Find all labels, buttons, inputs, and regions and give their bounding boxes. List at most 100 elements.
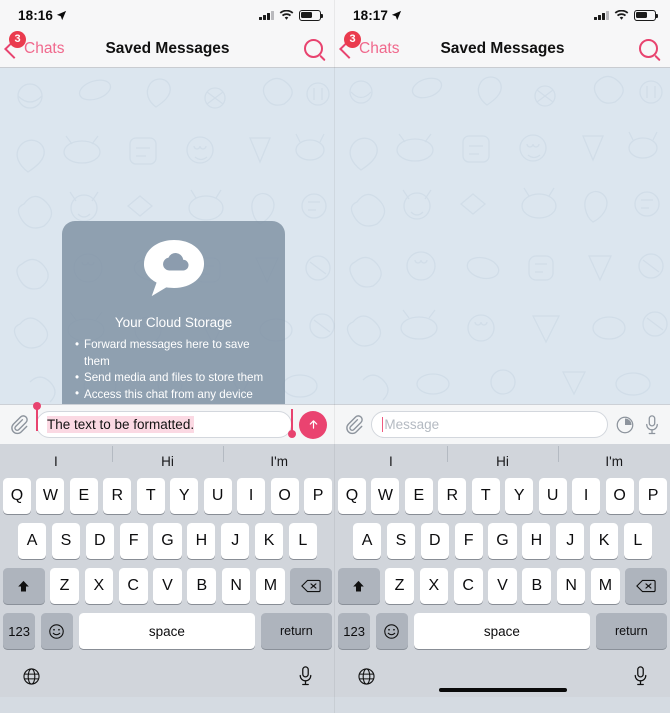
suggestion-item[interactable]: Hi (446, 445, 559, 469)
keyboard-row-2: A S D F G H J K L (0, 523, 335, 559)
shift-key[interactable] (2, 568, 45, 604)
key-o[interactable]: O (270, 478, 299, 514)
microphone-icon[interactable] (642, 414, 662, 435)
globe-icon[interactable] (22, 667, 41, 686)
key-j[interactable]: J (556, 523, 585, 559)
key-t[interactable]: T (136, 478, 165, 514)
key-q[interactable]: Q (338, 478, 366, 514)
key-o[interactable]: O (605, 478, 634, 514)
suggestion-item[interactable]: I'm (558, 445, 670, 469)
return-key[interactable]: return (595, 613, 667, 649)
globe-icon[interactable] (357, 667, 376, 686)
chat-area: Today The text to be formatted. 18:17 (335, 68, 670, 404)
shift-key[interactable] (337, 568, 380, 604)
key-v[interactable]: V (153, 568, 182, 604)
key-x[interactable]: X (84, 568, 114, 604)
key-s[interactable]: S (51, 523, 81, 559)
message-placeholder: Message (384, 417, 440, 432)
key-p[interactable]: P (304, 478, 332, 514)
selection-handle-start[interactable] (32, 402, 42, 431)
key-m[interactable]: M (256, 568, 285, 604)
key-e[interactable]: E (69, 478, 98, 514)
key-h[interactable]: H (187, 523, 216, 559)
microphone-icon[interactable] (298, 666, 313, 686)
back-to-chats-button[interactable]: 3 Chats (0, 30, 65, 59)
key-b[interactable]: B (522, 568, 552, 604)
key-d[interactable]: D (85, 523, 114, 559)
key-z[interactable]: Z (385, 568, 414, 604)
key-a[interactable]: A (18, 523, 47, 559)
send-button[interactable] (299, 410, 327, 439)
keyboard-row-1: Q W E R T Y U I O P (0, 478, 335, 514)
key-v[interactable]: V (488, 568, 517, 604)
schedule-timer-icon[interactable] (615, 415, 635, 435)
suggestion-item[interactable]: Hi (111, 445, 224, 469)
key-w[interactable]: W (371, 478, 400, 514)
emoji-key[interactable] (40, 613, 74, 649)
chat-content: Your Cloud Storage Forward messages here… (0, 68, 335, 404)
key-k[interactable]: K (589, 523, 619, 559)
key-d[interactable]: D (420, 523, 449, 559)
key-y[interactable]: Y (505, 478, 534, 514)
paperclip-icon[interactable] (343, 414, 364, 435)
key-g[interactable]: G (488, 523, 517, 559)
backspace-key[interactable] (290, 568, 333, 604)
selection-handle-end[interactable] (287, 409, 297, 438)
key-g[interactable]: G (153, 523, 182, 559)
key-q[interactable]: Q (3, 478, 31, 514)
emoji-key[interactable] (375, 613, 409, 649)
cloud-bubble-icon (143, 239, 204, 297)
key-m[interactable]: M (591, 568, 620, 604)
space-key[interactable]: space (78, 613, 256, 649)
numeric-key[interactable]: 123 (338, 613, 371, 649)
backspace-key[interactable] (625, 568, 668, 604)
key-s[interactable]: S (386, 523, 416, 559)
key-u[interactable]: U (538, 478, 567, 514)
key-w[interactable]: W (36, 478, 65, 514)
key-r[interactable]: R (103, 478, 132, 514)
key-h[interactable]: H (522, 523, 551, 559)
backspace-icon (636, 579, 656, 593)
key-j[interactable]: J (221, 523, 250, 559)
suggestion-item[interactable]: I'm (223, 445, 335, 469)
microphone-icon[interactable] (633, 666, 648, 686)
key-i[interactable]: I (572, 478, 601, 514)
nav-bar: 3 Chats Saved Messages (0, 30, 335, 68)
suggestion-item[interactable]: I (0, 454, 112, 469)
status-time-group: 18:17 (353, 8, 402, 23)
paperclip-icon[interactable] (8, 414, 29, 435)
key-z[interactable]: Z (50, 568, 79, 604)
location-arrow-icon (56, 10, 67, 20)
key-n[interactable]: N (221, 568, 251, 604)
suggestion-item[interactable]: I (335, 454, 447, 469)
key-y[interactable]: Y (170, 478, 199, 514)
search-button[interactable] (304, 39, 323, 58)
key-f[interactable]: F (119, 523, 148, 559)
key-e[interactable]: E (404, 478, 433, 514)
return-key[interactable]: return (260, 613, 332, 649)
search-icon (304, 39, 323, 58)
key-x[interactable]: X (419, 568, 449, 604)
message-input-bar: The text to be formatted. (0, 402, 335, 444)
key-f[interactable]: F (454, 523, 483, 559)
key-l[interactable]: L (623, 523, 652, 559)
key-t[interactable]: T (471, 478, 500, 514)
numeric-key[interactable]: 123 (3, 613, 36, 649)
key-i[interactable]: I (237, 478, 266, 514)
message-input-field[interactable]: Message (371, 411, 608, 438)
back-to-chats-button[interactable]: 3 Chats (335, 30, 400, 59)
message-input-bar: Message (335, 404, 670, 444)
message-input-field[interactable]: The text to be formatted. (32, 402, 297, 438)
key-c[interactable]: C (118, 568, 148, 604)
key-c[interactable]: C (453, 568, 483, 604)
key-b[interactable]: B (187, 568, 217, 604)
key-l[interactable]: L (288, 523, 317, 559)
key-p[interactable]: P (639, 478, 667, 514)
key-u[interactable]: U (203, 478, 232, 514)
search-button[interactable] (639, 39, 658, 58)
space-key[interactable]: space (413, 613, 591, 649)
key-n[interactable]: N (556, 568, 586, 604)
key-k[interactable]: K (254, 523, 284, 559)
key-r[interactable]: R (438, 478, 467, 514)
key-a[interactable]: A (353, 523, 382, 559)
